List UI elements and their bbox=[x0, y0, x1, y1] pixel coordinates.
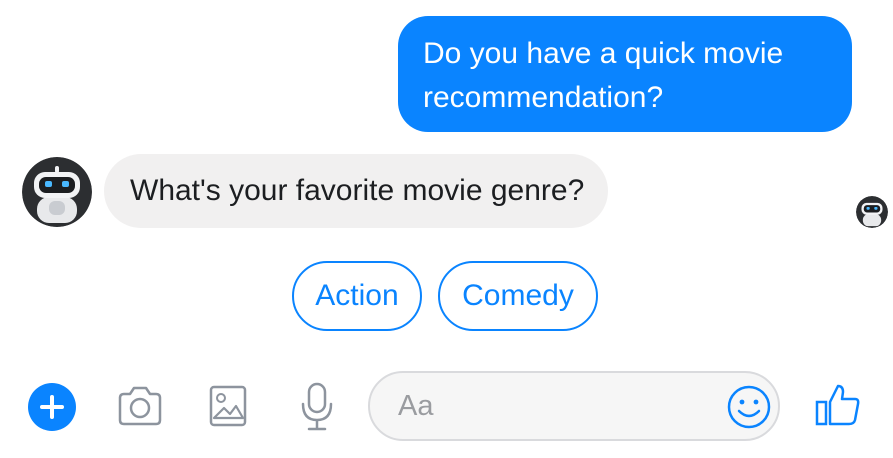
microphone-button[interactable] bbox=[298, 382, 336, 432]
quick-reply-comedy[interactable]: Comedy bbox=[438, 261, 598, 331]
microphone-icon bbox=[301, 382, 333, 431]
emoji-icon bbox=[727, 385, 771, 429]
bot-avatar[interactable] bbox=[22, 157, 92, 227]
camera-icon bbox=[118, 386, 162, 426]
robot-icon bbox=[22, 157, 92, 227]
plus-icon bbox=[40, 395, 64, 419]
emoji-button[interactable] bbox=[726, 384, 772, 430]
incoming-message-bubble: What's your favorite movie genre? bbox=[104, 154, 609, 228]
message-input[interactable]: Aa bbox=[368, 371, 780, 441]
outgoing-message-bubble: Do you have a quick movie recommendation… bbox=[398, 16, 852, 132]
add-button[interactable] bbox=[28, 383, 76, 431]
like-button[interactable] bbox=[814, 382, 862, 428]
incoming-message-text: What's your favorite movie genre? bbox=[130, 174, 585, 207]
photo-button[interactable] bbox=[208, 384, 248, 428]
thumbs-up-icon bbox=[815, 384, 860, 426]
quick-reply-action[interactable]: Action bbox=[292, 261, 422, 331]
message-input-placeholder: Aa bbox=[398, 390, 434, 422]
read-receipt-avatar bbox=[856, 196, 888, 228]
camera-button[interactable] bbox=[116, 384, 164, 428]
photo-icon bbox=[209, 385, 247, 427]
robot-icon bbox=[856, 196, 888, 228]
outgoing-message-text: Do you have a quick movie recommendation… bbox=[423, 37, 784, 114]
